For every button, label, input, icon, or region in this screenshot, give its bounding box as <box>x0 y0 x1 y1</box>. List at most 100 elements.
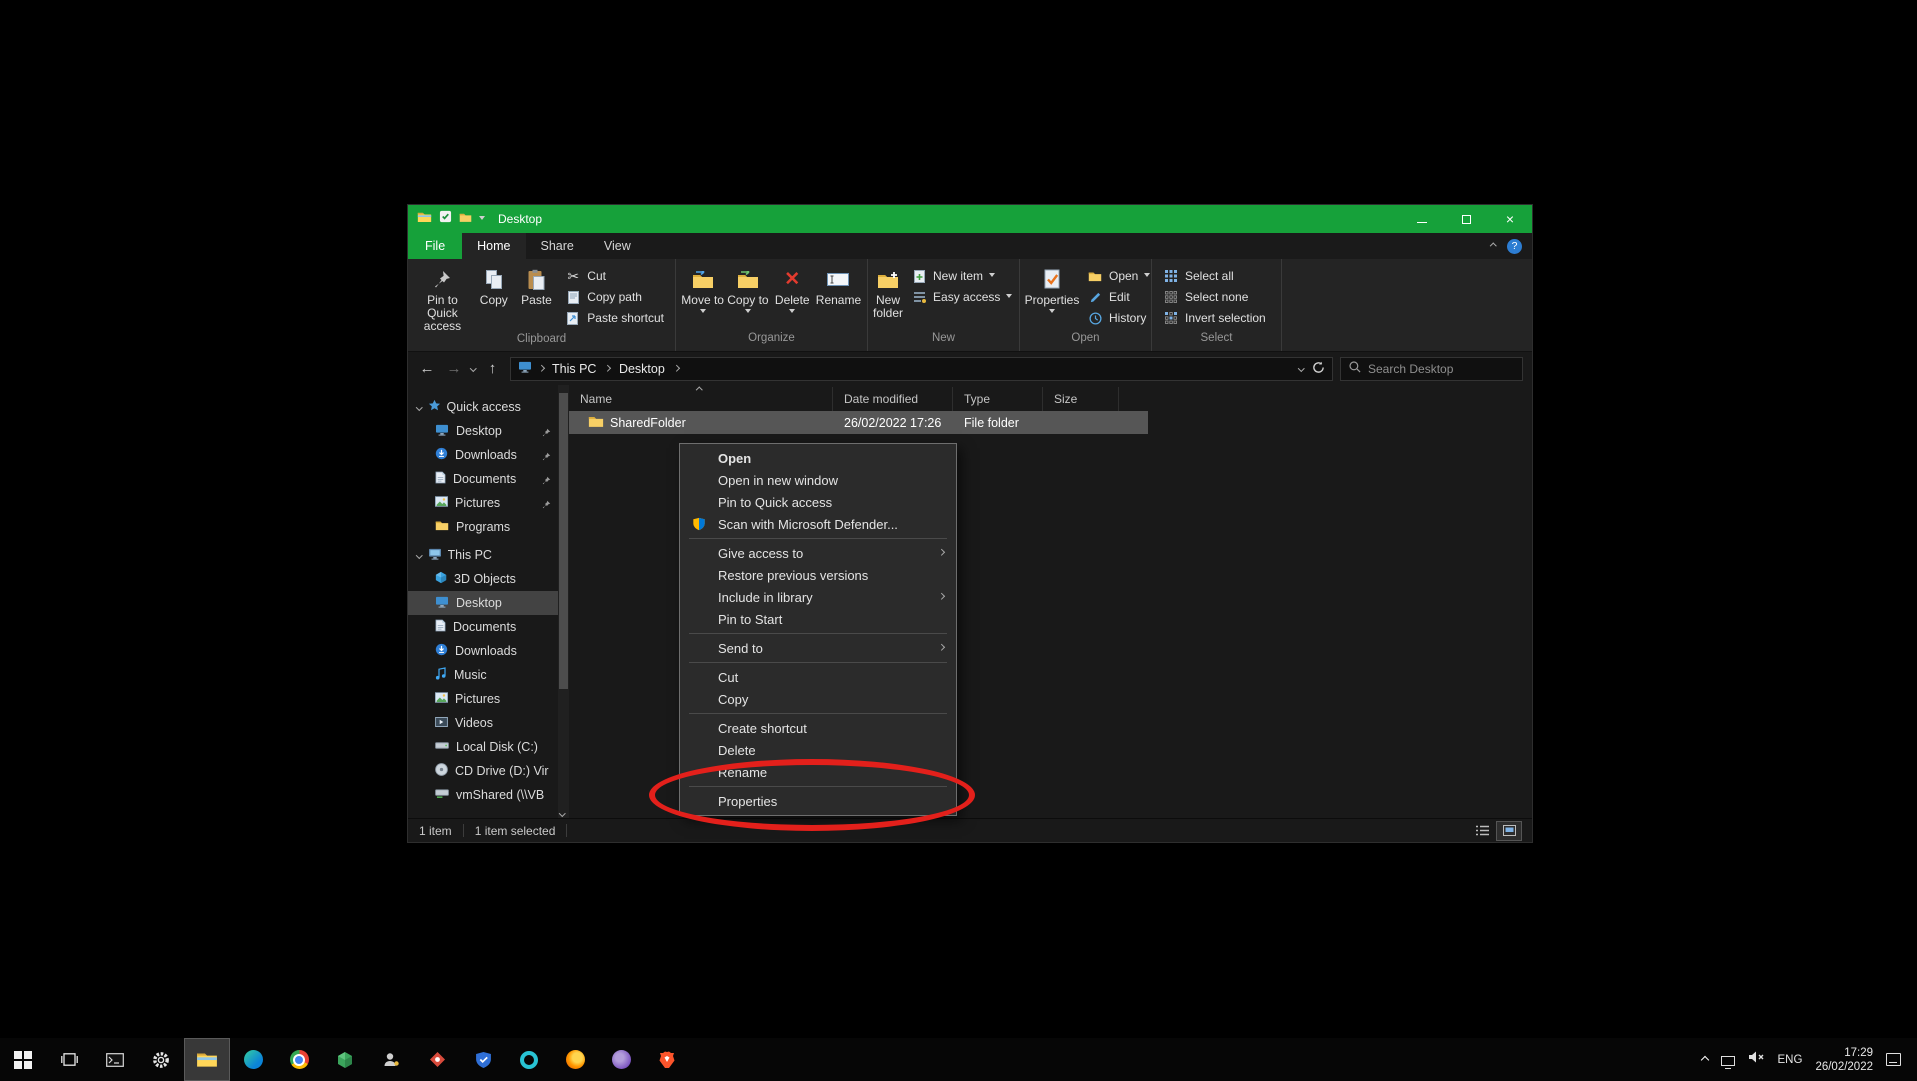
scrollbar-thumb[interactable] <box>559 393 568 689</box>
clock[interactable]: 17:29 26/02/2022 <box>1815 1046 1873 1074</box>
volume-muted-icon[interactable] <box>1748 1050 1765 1069</box>
context-item-restore-previous-versions[interactable]: Restore previous versions <box>680 564 956 586</box>
select-all-button[interactable]: Select all <box>1157 266 1272 286</box>
breadcrumb-this-pc[interactable]: This PC <box>550 362 598 376</box>
qat-folder-icon[interactable] <box>459 210 472 228</box>
refresh-icon[interactable] <box>1312 361 1325 377</box>
expand-icon[interactable] <box>416 552 422 558</box>
language-indicator[interactable]: ENG <box>1778 1054 1803 1066</box>
action-center-icon[interactable] <box>1886 1053 1901 1066</box>
expand-icon[interactable] <box>416 404 422 410</box>
nav-this-pc[interactable]: This PC <box>408 543 558 567</box>
tab-view[interactable]: View <box>589 233 646 259</box>
file-menu-button[interactable]: File <box>408 233 462 259</box>
shield-app-icon[interactable] <box>460 1038 506 1081</box>
nav-item-pictures[interactable]: Pictures <box>408 687 558 711</box>
close-button[interactable]: × <box>1488 205 1532 233</box>
help-icon[interactable]: ? <box>1507 239 1522 254</box>
minimize-button[interactable] <box>1400 205 1444 233</box>
history-button[interactable]: History <box>1081 308 1156 328</box>
details-view-button[interactable] <box>1470 822 1494 840</box>
copy-path-button[interactable]: Copy path <box>559 287 670 307</box>
forward-button[interactable]: → <box>444 360 464 377</box>
nav-item-local-disk-c[interactable]: Local Disk (C:) <box>408 735 558 759</box>
column-header-date-modified[interactable]: Date modified <box>833 387 953 411</box>
tab-share[interactable]: Share <box>526 233 589 259</box>
file-explorer-icon[interactable] <box>184 1038 230 1081</box>
select-none-button[interactable]: Select none <box>1157 287 1272 307</box>
context-item-give-access-to[interactable]: Give access to <box>680 542 956 564</box>
purple-app-icon[interactable] <box>598 1038 644 1081</box>
open-button[interactable]: Open <box>1081 266 1156 286</box>
paste-button[interactable]: Paste <box>516 262 558 333</box>
hidden-icons-chevron-icon[interactable] <box>1700 1055 1708 1063</box>
task-view-button[interactable] <box>46 1038 92 1081</box>
nav-item-cd-drive-d[interactable]: CD Drive (D:) Vir <box>408 759 558 783</box>
properties-button[interactable]: Properties <box>1025 262 1079 332</box>
up-button[interactable]: ↑ <box>483 360 503 377</box>
scrollbar-down-icon[interactable] <box>559 810 565 816</box>
qat-customize-dropdown-icon[interactable] <box>479 216 485 223</box>
recent-locations-icon[interactable] <box>470 365 476 371</box>
column-header-size[interactable]: Size <box>1043 387 1119 411</box>
context-item-open[interactable]: Open <box>680 447 956 469</box>
nav-item-documents-qa[interactable]: Documents <box>408 467 558 491</box>
nav-item-desktop-qa[interactable]: Desktop <box>408 419 558 443</box>
cut-button[interactable]: ✂ Cut <box>559 266 670 286</box>
rename-button[interactable]: Rename <box>815 262 862 332</box>
context-item-copy[interactable]: Copy <box>680 688 956 710</box>
column-header-type[interactable]: Type <box>953 387 1043 411</box>
context-item-cut[interactable]: Cut <box>680 666 956 688</box>
invert-selection-button[interactable]: Invert selection <box>1157 308 1272 328</box>
new-item-button[interactable]: New item <box>905 266 1018 286</box>
terminal-icon[interactable] <box>92 1038 138 1081</box>
network-icon[interactable] <box>1721 1056 1735 1066</box>
cube-app-icon[interactable] <box>322 1038 368 1081</box>
ring-app-icon[interactable] <box>506 1038 552 1081</box>
tab-home[interactable]: Home <box>462 233 525 259</box>
context-item-include-in-library[interactable]: Include in library <box>680 586 956 608</box>
back-button[interactable]: ← <box>417 360 437 377</box>
start-button[interactable] <box>0 1038 46 1081</box>
settings-icon[interactable] <box>138 1038 184 1081</box>
context-item-scan-with-defender[interactable]: Scan with Microsoft Defender... <box>680 513 956 535</box>
search-input[interactable] <box>1368 362 1498 376</box>
search-box[interactable] <box>1340 357 1523 381</box>
nav-item-documents[interactable]: Documents <box>408 615 558 639</box>
nav-item-downloads[interactable]: Downloads <box>408 639 558 663</box>
context-item-pin-to-quick-access[interactable]: Pin to Quick access <box>680 491 956 513</box>
nav-item-music[interactable]: Music <box>408 663 558 687</box>
move-to-button[interactable]: Move to <box>681 262 724 332</box>
context-item-pin-to-start[interactable]: Pin to Start <box>680 608 956 630</box>
edit-button[interactable]: Edit <box>1081 287 1156 307</box>
context-item-open-in-new-window[interactable]: Open in new window <box>680 469 956 491</box>
file-row-sharedfolder[interactable]: SharedFolder 26/02/2022 17:26 File folde… <box>569 411 1148 434</box>
remote-user-app-icon[interactable] <box>368 1038 414 1081</box>
context-item-delete[interactable]: Delete <box>680 739 956 761</box>
delete-button[interactable]: ✕ Delete <box>772 262 813 332</box>
breadcrumb-desktop[interactable]: Desktop <box>617 362 667 376</box>
maximize-button[interactable] <box>1444 205 1488 233</box>
brave-icon[interactable] <box>644 1038 690 1081</box>
large-icons-view-button[interactable] <box>1497 822 1521 840</box>
paste-shortcut-button[interactable]: Paste shortcut <box>559 308 670 328</box>
nav-item-pictures-qa[interactable]: Pictures <box>408 491 558 515</box>
copy-button[interactable]: Copy <box>474 262 514 333</box>
nav-item-vmshared[interactable]: vmShared (\\VB <box>408 783 558 807</box>
pin-to-quick-access-button[interactable]: Pin to Quick access <box>413 262 472 333</box>
address-dropdown-icon[interactable] <box>1298 365 1304 371</box>
collapse-ribbon-icon[interactable] <box>1490 243 1496 249</box>
qat-confirm-icon[interactable] <box>439 210 452 228</box>
context-item-create-shortcut[interactable]: Create shortcut <box>680 717 956 739</box>
nav-quick-access[interactable]: Quick access <box>408 395 558 419</box>
edge-icon[interactable] <box>230 1038 276 1081</box>
firefox-icon[interactable] <box>552 1038 598 1081</box>
scrollbar[interactable] <box>558 385 569 818</box>
context-item-send-to[interactable]: Send to <box>680 637 956 659</box>
red-app-icon[interactable] <box>414 1038 460 1081</box>
easy-access-button[interactable]: Easy access <box>905 287 1018 307</box>
new-folder-button[interactable]: New folder <box>873 262 903 332</box>
nav-item-desktop[interactable]: Desktop <box>408 591 558 615</box>
nav-item-3d-objects[interactable]: 3D Objects <box>408 567 558 591</box>
address-field[interactable]: This PC Desktop <box>510 357 1334 381</box>
